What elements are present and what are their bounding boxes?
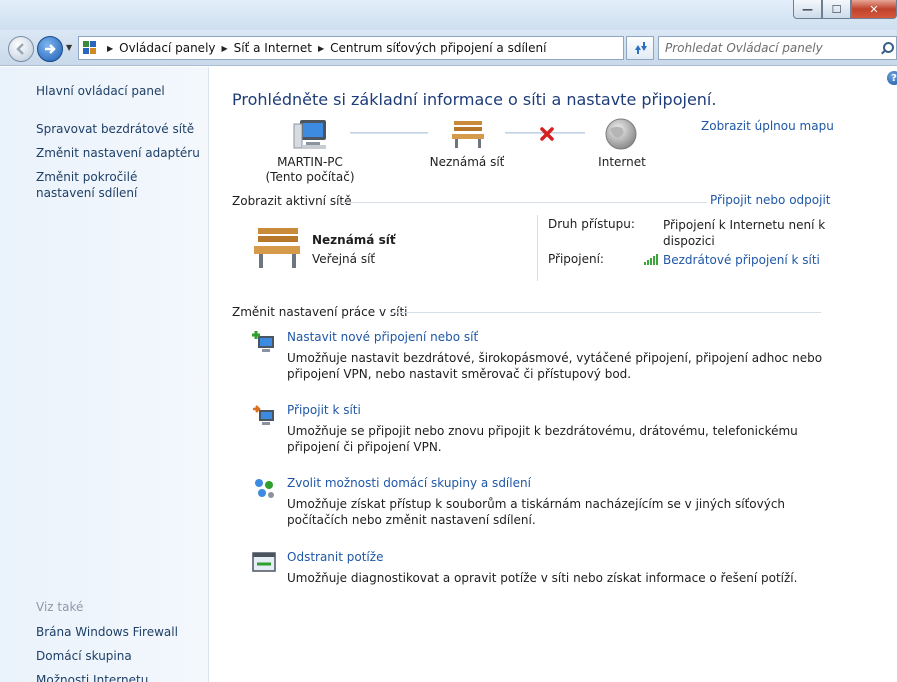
map-network[interactable]: Neznámá síť: [422, 155, 512, 170]
page-title: Prohlédněte si základní informace o síti…: [232, 90, 717, 109]
task-link[interactable]: Zvolit možnosti domácí skupiny a sdílení: [287, 476, 531, 490]
access-type-label: Druh přístupu:: [548, 217, 635, 231]
task-desc: Umožňuje diagnostikovat a opravit potíže…: [287, 571, 798, 585]
vertical-divider: [537, 215, 538, 281]
breadcrumb-control-panel[interactable]: Ovládací panely: [119, 41, 215, 55]
control-panel-icon: [83, 41, 97, 55]
window-controls: — ☐ ✕: [793, 0, 897, 19]
address-toolbar: ▼ ▶ Ovládací panely ▶ Síť a Internet ▶ C…: [0, 30, 897, 66]
full-map-link[interactable]: Zobrazit úplnou mapu: [701, 119, 834, 133]
search-box: [658, 36, 897, 60]
sidebar-item-adapter-settings[interactable]: Změnit nastavení adaptéru: [36, 145, 200, 161]
new-connection-icon[interactable]: [252, 330, 276, 354]
map-link-line: [350, 132, 428, 134]
breadcrumb: ▶ Ovládací panely ▶ Síť a Internet ▶ Cen…: [78, 36, 624, 60]
chevron-right-icon[interactable]: ▶: [222, 44, 228, 53]
search-icon[interactable]: [880, 41, 894, 55]
maximize-button[interactable]: ☐: [822, 0, 851, 19]
search-input[interactable]: [659, 38, 880, 58]
task-desc: Umožňuje získat přístup k souborům a tis…: [287, 497, 786, 527]
breadcrumb-network-center[interactable]: Centrum síťových připojení a sdílení: [330, 41, 546, 55]
refresh-button[interactable]: [626, 36, 654, 60]
connect-disconnect-link[interactable]: Připojit nebo odpojit: [710, 193, 831, 207]
globe-icon: [605, 118, 637, 150]
wifi-signal-icon: [644, 254, 658, 265]
connection-link[interactable]: Bezdrátové připojení k síti: [663, 252, 833, 268]
disconnected-x-icon[interactable]: [539, 126, 555, 142]
task-link[interactable]: Odstranit potíže: [287, 550, 383, 564]
title-bar: — ☐ ✕: [0, 0, 897, 30]
chevron-right-icon[interactable]: ▶: [107, 44, 113, 53]
sidebar-item-firewall[interactable]: Brána Windows Firewall: [36, 624, 178, 640]
sidebar-item-manage-wireless[interactable]: Spravovat bezdrátové sítě: [36, 121, 194, 137]
map-computer[interactable]: MARTIN-PC (Tento počítač): [262, 155, 358, 185]
computer-icon: [293, 120, 326, 149]
homegroup-icon[interactable]: [252, 476, 276, 500]
chevron-right-icon[interactable]: ▶: [318, 44, 324, 53]
close-button[interactable]: ✕: [851, 0, 897, 19]
arrow-right-icon: [45, 44, 56, 54]
map-computer-name: MARTIN-PC: [277, 155, 343, 169]
task-desc: Umožňuje nastavit bezdrátové, širokopásm…: [287, 351, 823, 381]
forward-button[interactable]: [37, 36, 63, 62]
access-type-value: Připojení k Internetu není k dispozici: [663, 218, 826, 248]
task-link[interactable]: Nastavit nové připojení nebo síť: [287, 330, 478, 344]
sidebar-item-homegroup[interactable]: Domácí skupina: [36, 648, 132, 664]
arrow-left-icon: [16, 43, 24, 55]
change-settings-header: Změnit nastavení práce v síti: [232, 305, 408, 319]
breadcrumb-network-internet[interactable]: Síť a Internet: [234, 41, 312, 55]
help-icon[interactable]: ?: [887, 71, 897, 85]
sidebar-item-internet-options[interactable]: Možnosti Internetu: [36, 672, 148, 682]
connection-label: Připojení:: [548, 252, 604, 266]
active-network-name: Neznámá síť: [312, 233, 396, 247]
map-internet[interactable]: Internet: [586, 155, 658, 170]
map-computer-sub: (Tento počítač): [265, 170, 355, 184]
refresh-icon: [635, 42, 647, 54]
see-also-title: Viz také: [36, 600, 84, 614]
minimize-button[interactable]: —: [793, 0, 822, 19]
bench-icon: [452, 121, 484, 148]
section-divider: [392, 312, 821, 313]
history-dropdown-icon[interactable]: ▼: [66, 43, 72, 52]
active-network-type[interactable]: Veřejná síť: [312, 252, 375, 266]
sidebar-item-advanced-sharing[interactable]: Změnit pokročilé nastavení sdílení: [36, 169, 196, 201]
connect-network-icon[interactable]: [252, 403, 276, 427]
task-desc: Umožňuje se připojit nebo znovu připojit…: [287, 424, 798, 454]
sidebar: Hlavní ovládací panel Spravovat bezdráto…: [0, 67, 209, 682]
public-network-bench-icon[interactable]: [252, 226, 302, 270]
section-divider: [341, 202, 707, 203]
active-networks-header: Zobrazit aktivní sítě: [232, 194, 352, 208]
task-link[interactable]: Připojit k síti: [287, 403, 361, 417]
troubleshoot-icon[interactable]: [252, 550, 276, 574]
sidebar-item-home[interactable]: Hlavní ovládací panel: [36, 83, 165, 99]
back-button[interactable]: [8, 36, 34, 62]
